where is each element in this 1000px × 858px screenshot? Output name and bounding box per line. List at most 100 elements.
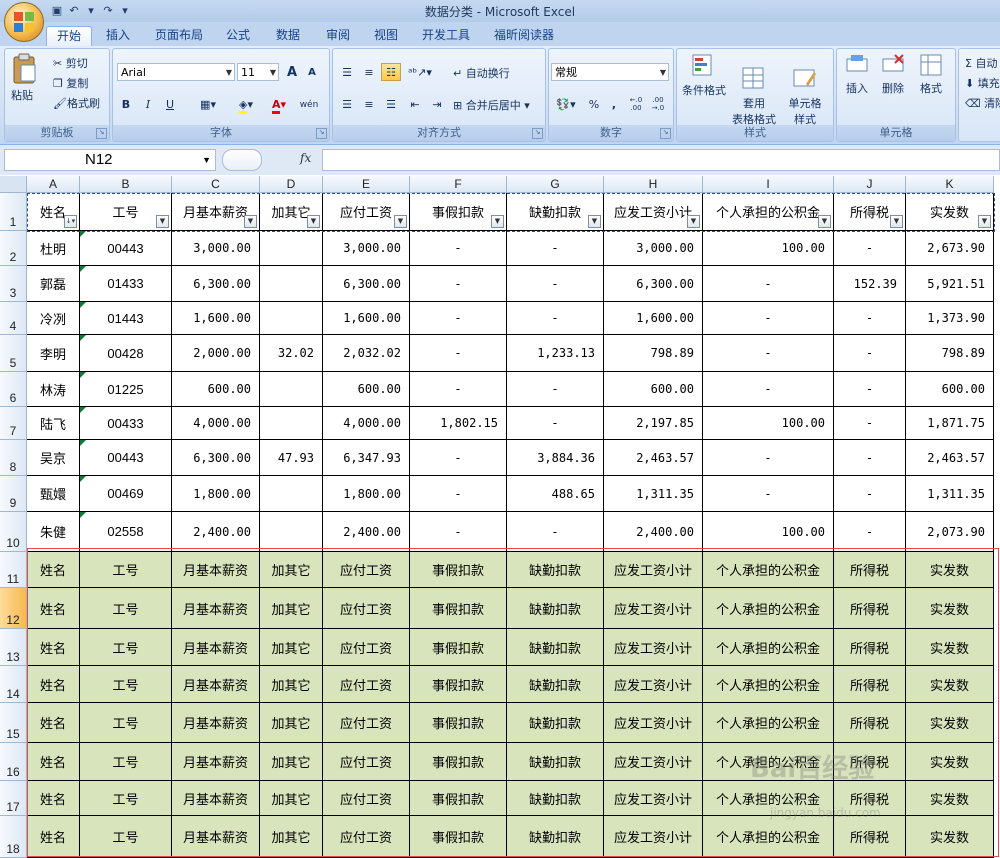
row-header-2[interactable]: 2 [0, 231, 27, 266]
table-cell[interactable]: - [834, 302, 906, 335]
table-cell[interactable]: 6,300.00 [323, 266, 410, 302]
table-cell[interactable]: 4,000.00 [172, 407, 260, 440]
tab-developer[interactable]: 开发工具 [416, 26, 476, 46]
conditional-format-button[interactable]: 条件格式 [681, 53, 727, 98]
repeated-header-cell[interactable]: 事假扣款 [410, 816, 507, 858]
paste-button[interactable]: 粘贴 [11, 53, 39, 103]
borders-button[interactable]: ▦▾ [191, 95, 225, 113]
repeated-header-cell[interactable]: 个人承担的公积金 [703, 552, 834, 588]
repeated-header-cell[interactable]: 所得税 [834, 703, 906, 743]
table-cell[interactable]: 1,871.75 [906, 407, 994, 440]
repeated-header-cell[interactable]: 所得税 [834, 588, 906, 629]
column-header-g[interactable]: G [507, 176, 604, 193]
align-left-icon[interactable]: ☰ [337, 95, 357, 113]
header-cell-g[interactable]: 缺勤扣款 ▼ [507, 193, 604, 231]
repeated-header-cell[interactable]: 所得税 [834, 816, 906, 858]
repeated-header-cell[interactable]: 所得税 [834, 781, 906, 816]
table-cell[interactable]: 02558 [80, 512, 172, 552]
header-cell-h[interactable]: 应发工资小计 ▼ [604, 193, 703, 231]
repeated-header-cell[interactable]: 应发工资小计 [604, 666, 703, 703]
filter-dropdown-icon[interactable]: ▼ [394, 215, 407, 228]
table-cell[interactable]: - [834, 476, 906, 512]
grow-font-button[interactable]: A [283, 63, 301, 81]
repeated-header-cell[interactable]: 加其它 [260, 816, 323, 858]
copy-button[interactable]: ❐ 复制 [53, 75, 88, 91]
repeated-header-cell[interactable]: 工号 [80, 588, 172, 629]
repeated-header-cell[interactable]: 工号 [80, 629, 172, 666]
table-cell[interactable]: 2,400.00 [323, 512, 410, 552]
align-middle-icon[interactable]: ≡ [359, 63, 379, 81]
repeated-header-cell[interactable]: 应付工资 [323, 629, 410, 666]
tab-page-layout[interactable]: 页面布局 [148, 26, 210, 46]
table-cell[interactable]: 3,000.00 [323, 231, 410, 266]
table-cell[interactable]: 100.00 [703, 407, 834, 440]
autosum-button[interactable]: Σ 自动 [965, 55, 997, 71]
repeated-header-cell[interactable]: 应付工资 [323, 588, 410, 629]
table-cell[interactable]: - [507, 302, 604, 335]
font-size-combo[interactable]: 11 ▼ [237, 63, 279, 81]
repeated-header-cell[interactable]: 月基本薪资 [172, 816, 260, 858]
table-cell[interactable]: 01225 [80, 372, 172, 407]
table-cell[interactable]: 600.00 [323, 372, 410, 407]
repeated-header-cell[interactable]: 月基本薪资 [172, 552, 260, 588]
name-box[interactable]: N12 ▼ [4, 149, 216, 171]
table-cell[interactable]: 1,800.00 [172, 476, 260, 512]
column-header-d[interactable]: D [260, 176, 323, 193]
repeated-header-cell[interactable]: 应发工资小计 [604, 629, 703, 666]
align-top-icon[interactable]: ☰ [337, 63, 357, 81]
repeated-header-cell[interactable]: 事假扣款 [410, 703, 507, 743]
repeated-header-cell[interactable]: 所得税 [834, 552, 906, 588]
table-cell[interactable]: 1,233.13 [507, 335, 604, 372]
redo-icon[interactable]: ↷ [101, 3, 115, 17]
filter-dropdown-icon[interactable]: ↓▾ [64, 215, 77, 228]
column-header-h[interactable]: H [604, 176, 703, 193]
repeated-header-cell[interactable]: 应付工资 [323, 703, 410, 743]
column-header-a[interactable]: A [27, 176, 80, 193]
repeated-header-cell[interactable]: 姓名 [27, 629, 80, 666]
table-cell[interactable]: - [834, 512, 906, 552]
align-right-icon[interactable]: ☰ [381, 95, 401, 113]
row-header-7[interactable]: 7 [0, 407, 27, 440]
repeated-header-cell[interactable]: 个人承担的公积金 [703, 781, 834, 816]
row-header-9[interactable]: 9 [0, 476, 27, 512]
repeated-header-cell[interactable]: 工号 [80, 781, 172, 816]
repeated-header-cell[interactable]: 工号 [80, 703, 172, 743]
repeated-header-cell[interactable]: 应发工资小计 [604, 703, 703, 743]
column-header-j[interactable]: J [834, 176, 906, 193]
wrap-text-button[interactable]: ↵ 自动换行 [453, 65, 510, 81]
insert-cells-button[interactable]: 插入 [841, 53, 873, 96]
repeated-header-cell[interactable]: 所得税 [834, 743, 906, 781]
fill-button[interactable]: ⬇ 填充 [965, 75, 1000, 91]
repeated-header-cell[interactable]: 缺勤扣款 [507, 666, 604, 703]
customize-icon[interactable]: ▾ [118, 3, 132, 17]
table-cell[interactable]: 1,600.00 [604, 302, 703, 335]
header-cell-a[interactable]: 姓名 ↓▾ [27, 193, 80, 231]
repeated-header-cell[interactable]: 加其它 [260, 743, 323, 781]
row-header-17[interactable]: 17 [0, 781, 27, 816]
table-cell[interactable]: 1,373.90 [906, 302, 994, 335]
table-cell[interactable]: 4,000.00 [323, 407, 410, 440]
table-cell[interactable]: 100.00 [703, 512, 834, 552]
filter-dropdown-icon[interactable]: ▼ [156, 215, 169, 228]
merge-center-button[interactable]: ⊞ 合并后居中 ▾ [453, 97, 530, 113]
repeated-header-cell[interactable]: 个人承担的公积金 [703, 629, 834, 666]
bold-button[interactable]: B [117, 95, 135, 113]
repeated-header-cell[interactable]: 应付工资 [323, 781, 410, 816]
repeated-header-cell[interactable]: 事假扣款 [410, 552, 507, 588]
table-cell[interactable]: 1,802.15 [410, 407, 507, 440]
table-cell[interactable]: 01433 [80, 266, 172, 302]
percent-button[interactable]: % [585, 95, 603, 113]
column-header-c[interactable]: C [172, 176, 260, 193]
repeated-header-cell[interactable]: 实发数 [906, 552, 994, 588]
repeated-header-cell[interactable]: 应发工资小计 [604, 743, 703, 781]
repeated-header-cell[interactable]: 月基本薪资 [172, 743, 260, 781]
font-color-button[interactable]: A▾ [265, 95, 293, 114]
repeated-header-cell[interactable]: 应付工资 [323, 816, 410, 858]
table-cell[interactable]: - [410, 231, 507, 266]
tab-foxit-reader[interactable]: 福昕阅读器 [488, 26, 560, 46]
repeated-header-cell[interactable]: 事假扣款 [410, 629, 507, 666]
repeated-header-cell[interactable]: 加其它 [260, 552, 323, 588]
row-header-15[interactable]: 15 [0, 703, 27, 743]
row-header-4[interactable]: 4 [0, 302, 27, 335]
table-cell[interactable]: 600.00 [604, 372, 703, 407]
